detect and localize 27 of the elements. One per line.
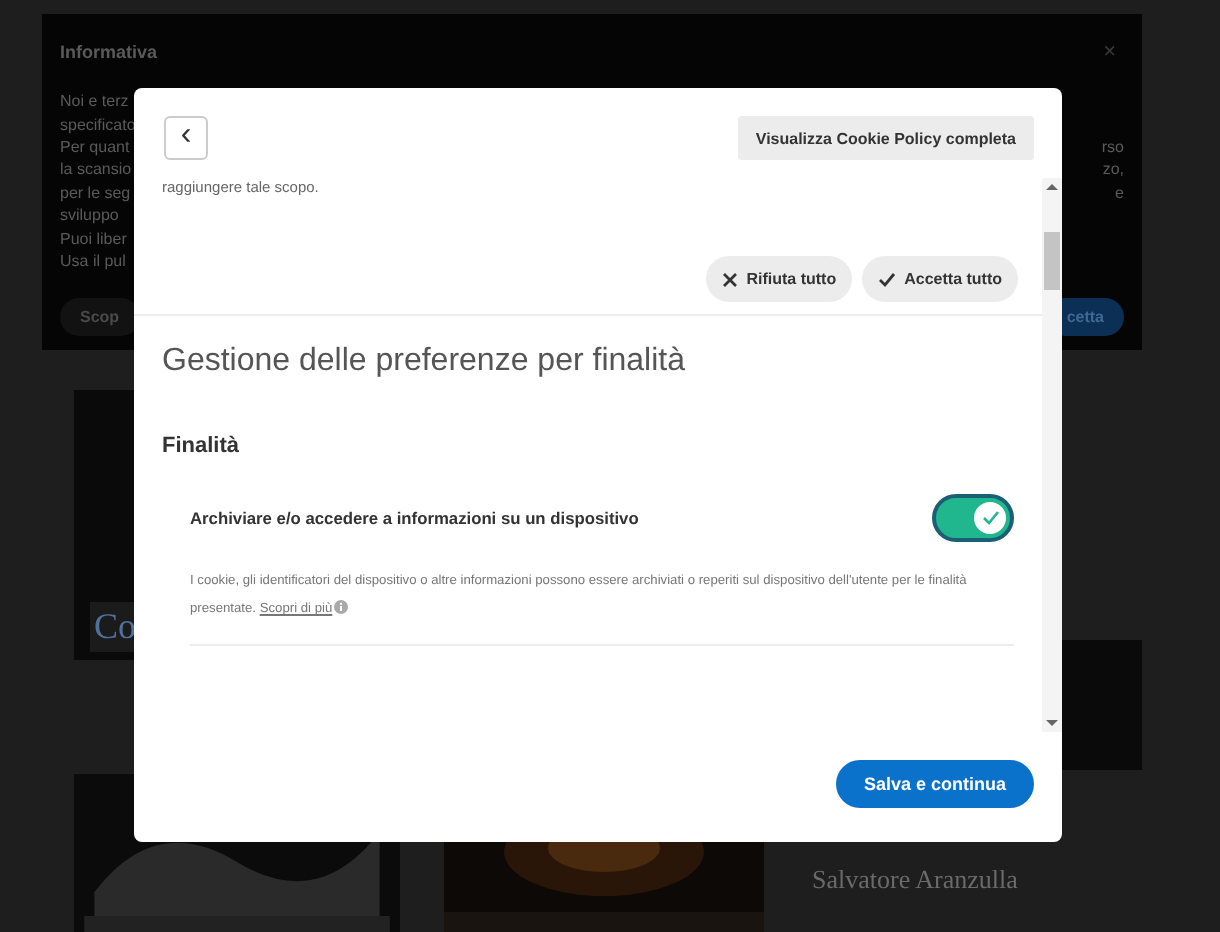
cookie-policy-button[interactable]: Visualizza Cookie Policy completa — [737, 116, 1034, 160]
check-icon — [878, 271, 897, 287]
scrollbar[interactable] — [1042, 178, 1062, 732]
check-icon — [981, 510, 999, 526]
banner-text: Per quant — [60, 137, 130, 156]
banner-text: zo, — [1102, 160, 1124, 179]
info-icon — [334, 600, 349, 614]
save-button[interactable]: Salva e continua — [835, 760, 1034, 808]
banner-text: Puoi liber — [60, 229, 127, 248]
reject-all-button[interactable]: Rifiuta tutto — [706, 256, 853, 302]
subsection-title: Finalità — [160, 434, 242, 458]
banner-text: specificato — [60, 115, 136, 134]
banner-text: e — [1115, 183, 1124, 202]
banner-text: la scansio — [60, 160, 132, 179]
section-heading: Gestione delle preferenze per finalità — [160, 344, 687, 380]
purpose-toggle[interactable] — [932, 494, 1014, 542]
author-name: Salvatore Aranzulla — [812, 864, 1018, 894]
banner-text: sviluppo — [60, 206, 119, 225]
banner-text: Noi e terz — [60, 92, 129, 111]
purpose-title: Archiviare e/o accedere a informazioni su un dispositivo — [190, 508, 639, 528]
accept-all-button[interactable]: Accetta tutto — [862, 256, 1018, 302]
banner-text: per le seg — [60, 183, 131, 202]
banner-text: Usa il pul — [60, 251, 126, 270]
banner-title: Informativa — [60, 42, 158, 62]
back-button[interactable]: ‹ — [164, 116, 208, 160]
close-icon — [722, 271, 739, 287]
banner-text: rso — [1101, 137, 1124, 156]
